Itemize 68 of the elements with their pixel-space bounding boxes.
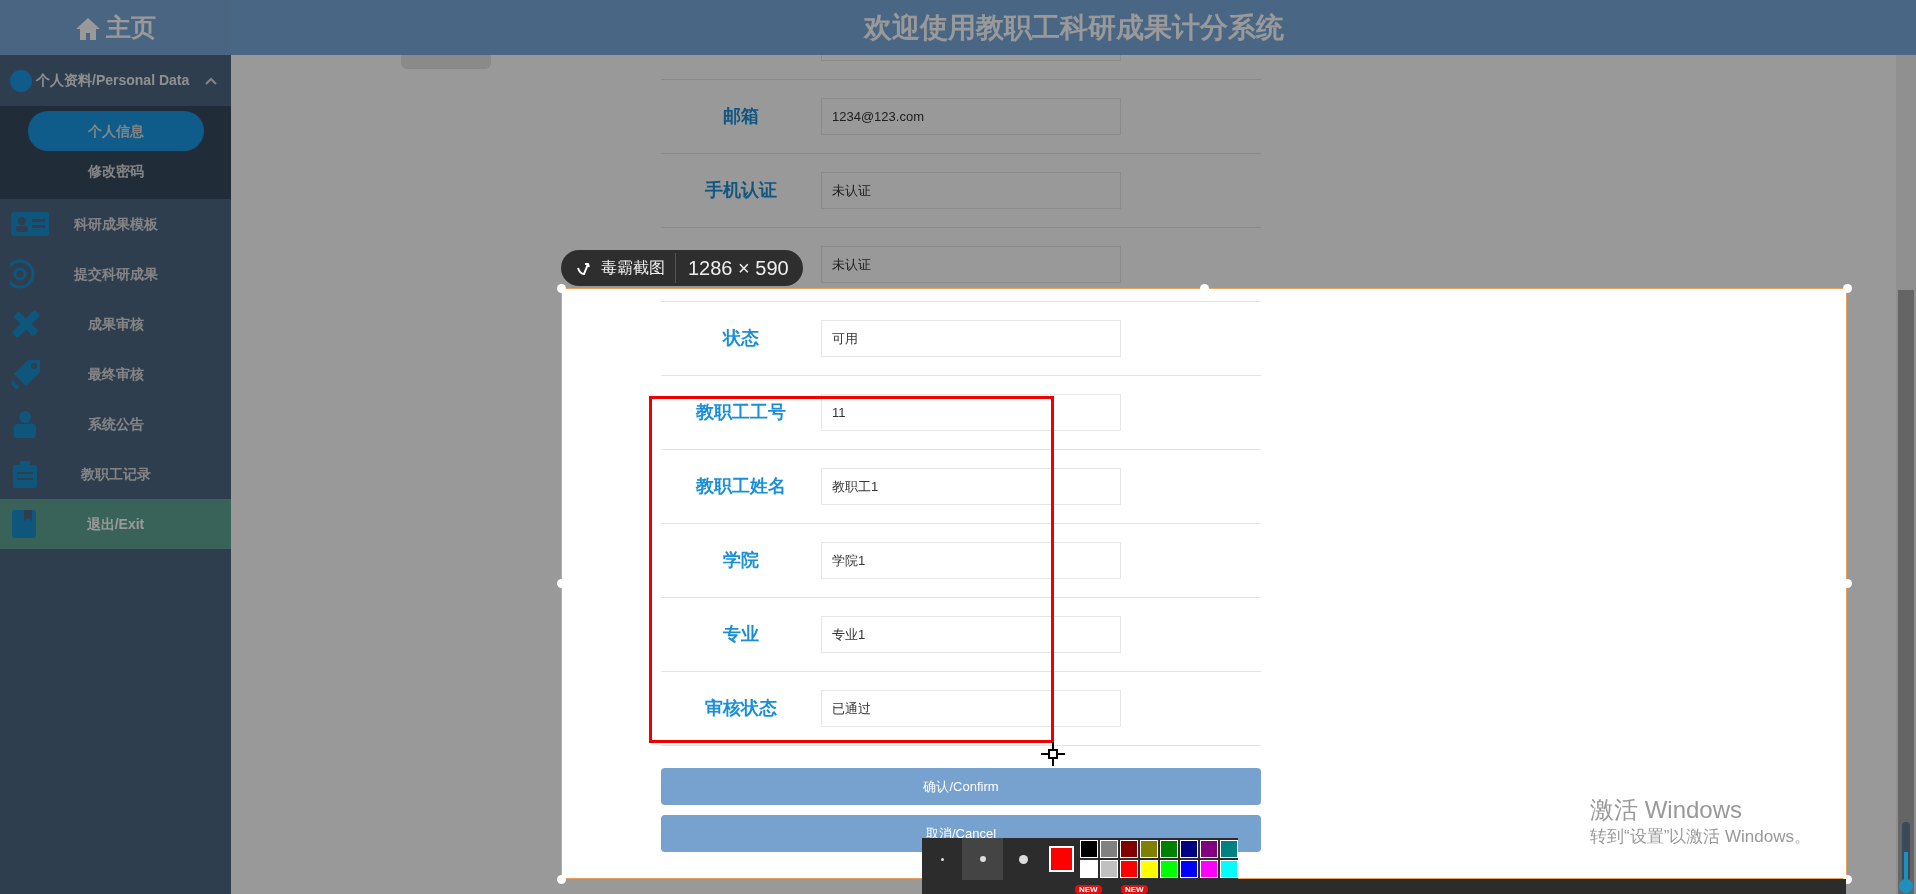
menu-icon xyxy=(10,358,42,390)
input-field[interactable]: 未认证 xyxy=(821,246,1121,283)
scissors-icon xyxy=(575,260,591,276)
scrollbar-thumb[interactable] xyxy=(1898,290,1914,894)
menu-icon xyxy=(10,459,40,489)
color-swatch[interactable] xyxy=(1180,840,1198,858)
color-swatch[interactable] xyxy=(1180,860,1198,878)
color-swatch[interactable] xyxy=(1120,860,1138,878)
input-field[interactable]: 11 xyxy=(821,394,1121,431)
field-label: 教职工工号 xyxy=(694,401,787,424)
menu-group-label: 个人资料/Personal Data xyxy=(36,71,190,90)
home-link[interactable]: 主页 xyxy=(0,0,231,55)
color-swatch[interactable] xyxy=(1200,860,1218,878)
resize-handle[interactable] xyxy=(1843,579,1852,588)
scrollbar[interactable] xyxy=(1896,55,1916,894)
sidebar-item[interactable]: 成果审核 xyxy=(0,299,231,349)
color-swatch[interactable] xyxy=(1140,860,1158,878)
sidebar-item[interactable]: 教职工记录 xyxy=(0,449,231,499)
color-swatch[interactable] xyxy=(1160,860,1178,878)
color-swatch[interactable] xyxy=(1160,840,1178,858)
field-label: 教职工姓名 xyxy=(694,475,787,498)
color-swatch[interactable] xyxy=(1120,840,1138,858)
activation-title: 激活 Windows xyxy=(1590,796,1744,824)
activation-text: 转到“设置”以激活 Windows。 xyxy=(1590,826,1811,848)
color-swatch[interactable] xyxy=(1220,840,1238,858)
home-label: 主页 xyxy=(105,11,156,43)
color-swatch[interactable] xyxy=(1080,840,1098,858)
resize-handle[interactable] xyxy=(1843,284,1852,293)
color-swatch[interactable] xyxy=(1140,840,1158,858)
input-field[interactable]: 1234@123.com xyxy=(821,98,1121,135)
field-label: 邮箱 xyxy=(722,105,760,128)
color-swatch[interactable] xyxy=(1200,840,1218,858)
submenu-item[interactable]: 个人信息 xyxy=(27,111,204,151)
field-label: 专业 xyxy=(722,623,760,646)
sidebar-item[interactable]: 退出/Exit xyxy=(0,499,231,549)
submenu-item[interactable]: 修改密码 xyxy=(27,151,204,191)
input-field[interactable]: 可用 xyxy=(821,320,1121,357)
input-field[interactable]: 专业1 xyxy=(821,616,1121,653)
color-swatch[interactable] xyxy=(1100,840,1118,858)
field-label: 手机认证 xyxy=(704,179,778,202)
input-field[interactable]: 已通过 xyxy=(821,690,1121,727)
sidebar-item[interactable]: 最终审核 xyxy=(0,349,231,399)
field-label: 状态 xyxy=(721,327,760,350)
new-badge: NEW xyxy=(1121,885,1148,894)
thermometer-icon xyxy=(1899,822,1913,894)
page-title: 欢迎使用教职工科研成果计分系统 xyxy=(231,0,1916,55)
input-field[interactable]: 未认证 xyxy=(821,172,1121,209)
color-swatch[interactable] xyxy=(1080,860,1098,878)
color-swatch[interactable] xyxy=(1220,860,1238,878)
field-label: 审核状态 xyxy=(704,697,778,720)
sidebar-item[interactable]: 提交科研成果 xyxy=(0,249,231,299)
new-badge: NEW xyxy=(1075,885,1102,894)
input-field[interactable]: 教职工1 xyxy=(821,468,1121,505)
form-button[interactable]: 确认/Confirm xyxy=(661,768,1261,805)
selection-size: 1286 × 590 xyxy=(675,253,789,283)
resize-handle[interactable] xyxy=(557,284,566,293)
color-swatch[interactable] xyxy=(1100,860,1118,878)
circle-icon xyxy=(10,69,32,92)
crosshair-cursor xyxy=(1041,741,1065,766)
menu-icon xyxy=(10,210,50,238)
field-label: 学院 xyxy=(722,549,760,572)
menu-icon xyxy=(10,509,38,539)
current-color-swatch[interactable] xyxy=(1049,846,1074,872)
resize-handle[interactable] xyxy=(557,875,566,884)
input-field[interactable]: 学院1 xyxy=(821,542,1121,579)
sidebar-item[interactable]: 系统公告 xyxy=(0,399,231,449)
app-name: 毒霸截图 xyxy=(601,258,665,278)
sidebar-item[interactable]: 科研成果模板 xyxy=(0,199,231,249)
